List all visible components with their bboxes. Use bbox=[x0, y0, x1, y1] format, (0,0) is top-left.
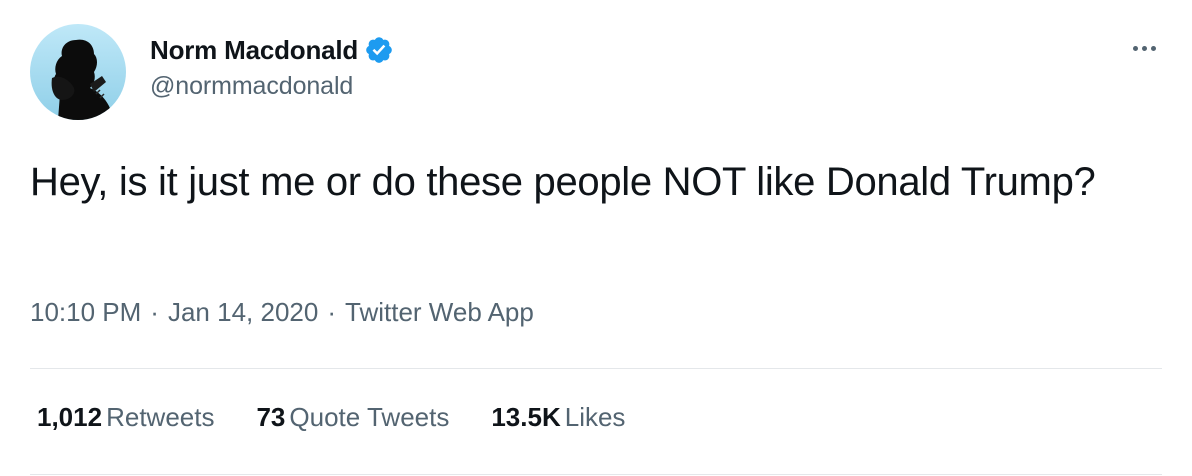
user-handle[interactable]: @normmacdonald bbox=[150, 72, 394, 101]
engagement-stats: 1,012 Retweets 73 Quote Tweets 13.5K Likes bbox=[37, 402, 625, 433]
tweet-metadata: 10:10 PM · Jan 14, 2020 · Twitter Web App bbox=[30, 297, 534, 328]
likes-stat[interactable]: 13.5K Likes bbox=[491, 402, 625, 433]
profile-photo bbox=[30, 24, 126, 120]
quote-tweets-stat[interactable]: 73 Quote Tweets bbox=[256, 402, 449, 433]
divider bbox=[30, 474, 1162, 475]
tweet-source[interactable]: Twitter Web App bbox=[345, 297, 534, 327]
quote-tweets-label: Quote Tweets bbox=[289, 402, 450, 432]
tweet-card: Norm Macdonald @normmacdonald Hey, is it… bbox=[0, 0, 1192, 476]
divider bbox=[30, 368, 1162, 369]
likes-label: Likes bbox=[564, 402, 626, 432]
quote-tweets-count: 73 bbox=[256, 402, 286, 432]
likes-count: 13.5K bbox=[491, 402, 561, 432]
verified-badge-icon bbox=[364, 35, 394, 65]
more-options-icon[interactable] bbox=[1122, 34, 1166, 62]
author-block[interactable]: Norm Macdonald @normmacdonald bbox=[150, 30, 394, 110]
retweets-stat[interactable]: 1,012 Retweets bbox=[37, 402, 214, 433]
display-name[interactable]: Norm Macdonald bbox=[150, 35, 358, 66]
retweets-label: Retweets bbox=[106, 402, 215, 432]
meta-separator: · bbox=[150, 297, 159, 327]
tweet-text: Hey, is it just me or do these people NO… bbox=[30, 160, 1096, 204]
tweet-date[interactable]: Jan 14, 2020 bbox=[168, 297, 318, 327]
dot bbox=[1150, 45, 1156, 51]
meta-separator: · bbox=[327, 297, 336, 327]
name-row: Norm Macdonald bbox=[150, 30, 394, 70]
dot bbox=[1132, 45, 1138, 51]
tweet-time[interactable]: 10:10 PM bbox=[30, 297, 141, 327]
avatar[interactable] bbox=[30, 24, 126, 120]
dot bbox=[1141, 45, 1147, 51]
retweets-count: 1,012 bbox=[37, 402, 103, 432]
